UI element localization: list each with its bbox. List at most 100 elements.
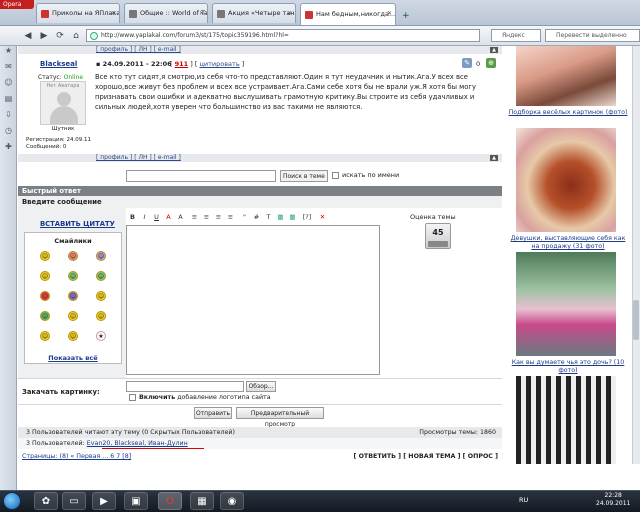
post-profile-links[interactable]: [ профиль ] [ ЛН ] [ e-mail ] xyxy=(96,154,181,162)
smiley-icon[interactable]: ☺ xyxy=(40,251,50,261)
clock[interactable]: 22:28 24.09.2011 xyxy=(596,492,630,508)
close-icon[interactable]: ✕ xyxy=(111,4,116,23)
text-button[interactable]: T xyxy=(264,213,273,222)
search-by-name-checkbox[interactable] xyxy=(332,172,339,179)
browser-tab-active[interactable]: Нам бедным,никогда... ✕ xyxy=(300,3,396,25)
quote-button[interactable]: " xyxy=(240,213,249,222)
explorer-icon[interactable]: ▭ xyxy=(62,492,86,510)
scrollbar-thumb[interactable] xyxy=(633,300,639,340)
post-profile-links[interactable]: [ профиль ] [ ЛН ] [ e-mail ] xyxy=(96,46,181,54)
quote-link[interactable]: цитировать xyxy=(199,60,239,68)
translate-input[interactable]: Перевести выделенно xyxy=(545,29,640,42)
icq-icon[interactable]: ✿ xyxy=(34,492,58,510)
close-icon[interactable]: ✕ xyxy=(387,4,392,23)
teaser-caption[interactable]: Как вы думаете чья это дочь? (10 фото) xyxy=(506,359,630,375)
smiley-icon[interactable]: ☺ xyxy=(40,311,50,321)
mail-icon[interactable]: ✉ xyxy=(4,62,13,71)
teaser-image[interactable] xyxy=(516,128,616,232)
upload-file-input[interactable] xyxy=(126,381,244,392)
teaser-caption[interactable]: Девушки, выставляющие себя как на продаж… xyxy=(506,235,630,251)
scrollbar[interactable] xyxy=(632,46,640,464)
browser-tab[interactable]: Приколы на ЯПлакалъ✕ xyxy=(36,3,120,23)
teaser-image[interactable] xyxy=(516,46,616,106)
comment-icon[interactable]: ✎ xyxy=(462,58,472,68)
rating-widget[interactable]: 45 xyxy=(425,223,451,249)
insert-quote-link[interactable]: ВСТАВИТЬ ЦИТАТУ xyxy=(40,220,115,228)
submit-button[interactable]: Отправить xyxy=(194,407,232,419)
italic-button[interactable]: I xyxy=(140,213,149,222)
close-icon[interactable]: ✕ xyxy=(287,4,292,23)
topic-actions[interactable]: [ ОТВЕТИТЬ ] [ НОВАЯ ТЕМА ] [ ОПРОС ] xyxy=(354,453,499,460)
back-icon[interactable]: ◀ xyxy=(22,30,34,42)
reload-icon[interactable]: ⟳ xyxy=(54,30,66,42)
url-input[interactable]: http://www.yaplakal.com/forum3/st/175/to… xyxy=(86,29,480,42)
teaser-image[interactable] xyxy=(516,376,616,464)
font-size-button[interactable]: A xyxy=(176,213,185,222)
close-tags-button[interactable]: ✕ xyxy=(318,213,327,222)
app-icon[interactable]: ◉ xyxy=(220,492,244,510)
preview-button[interactable]: Предварительный просмотр xyxy=(236,407,324,428)
opera-menu-button[interactable]: Opera xyxy=(0,0,34,9)
bookmarks-star-icon[interactable]: ★ xyxy=(4,46,13,55)
reputation-count[interactable]: 911 xyxy=(175,60,189,68)
font-color-button[interactable]: A xyxy=(164,213,173,222)
history-icon[interactable]: ◷ xyxy=(4,126,13,135)
browse-button[interactable]: Обзор... xyxy=(246,381,276,392)
start-button[interactable] xyxy=(3,492,21,510)
search-scope-select[interactable]: Поиск в теме » xyxy=(280,170,328,191)
video-button[interactable]: ▦ xyxy=(288,213,297,222)
smiley-icon[interactable]: ☺ xyxy=(40,271,50,281)
opera-icon[interactable]: O xyxy=(158,492,182,510)
browser-tab[interactable]: Общие :: World of Ta... ✕ xyxy=(124,3,208,23)
smiley-icon[interactable]: ☺ xyxy=(68,311,78,321)
align-right-button[interactable]: ≡ xyxy=(214,213,223,222)
rate-plus-icon[interactable]: ⊕ xyxy=(486,58,496,68)
smiley-icon[interactable]: ☺ xyxy=(96,311,106,321)
new-tab-icon[interactable]: + xyxy=(402,11,410,21)
wot-icon[interactable]: ▦ xyxy=(190,492,214,510)
smiley-icon[interactable]: ☺ xyxy=(96,251,106,261)
bold-button[interactable]: B xyxy=(128,213,137,222)
post-author[interactable]: Blackseal xyxy=(40,60,77,68)
notes-icon[interactable]: ▤ xyxy=(4,94,13,103)
underline-button[interactable]: U xyxy=(152,213,161,222)
add-panel-icon[interactable]: ✚ xyxy=(4,142,13,151)
contacts-icon[interactable]: ☺ xyxy=(4,78,13,87)
rating-arrows-icon[interactable] xyxy=(428,241,448,247)
scroll-up-icon[interactable]: ▲ xyxy=(490,47,498,53)
show-all-smilies-link[interactable]: Показать всё xyxy=(24,354,122,362)
media-player-icon[interactable]: ▶ xyxy=(92,492,116,510)
close-icon[interactable]: ✕ xyxy=(199,4,204,23)
image-button[interactable]: ▦ xyxy=(276,213,285,222)
smiley-icon[interactable]: ★ xyxy=(96,331,106,341)
language-indicator[interactable]: RU xyxy=(519,496,528,504)
help-button[interactable]: [?] xyxy=(300,213,314,222)
pagination-text[interactable]: Страницы: (8) « Первая ... 6 7 [8] xyxy=(22,453,131,460)
smiley-icon[interactable]: ☺ xyxy=(40,331,50,341)
topic-search-input[interactable] xyxy=(126,170,276,182)
list-button[interactable]: ≡ xyxy=(226,213,235,222)
logo-checkbox[interactable] xyxy=(129,394,136,401)
smiley-icon[interactable]: ☺ xyxy=(40,291,50,301)
smiley-icon[interactable]: ☺ xyxy=(68,291,78,301)
teaser-caption[interactable]: Подборка весёлых картинок (фото) xyxy=(506,109,630,117)
code-button[interactable]: # xyxy=(252,213,261,222)
home-icon[interactable]: ⌂ xyxy=(70,30,82,42)
smiley-icon[interactable]: ☺ xyxy=(68,271,78,281)
smiley-icon[interactable]: ☺ xyxy=(68,331,78,341)
align-center-button[interactable]: ≡ xyxy=(202,213,211,222)
message-textarea[interactable] xyxy=(126,225,380,375)
search-engine-input[interactable]: Яндекс xyxy=(491,29,541,42)
align-left-button[interactable]: ≡ xyxy=(190,213,199,222)
scroll-up-icon[interactable]: ▲ xyxy=(490,155,498,161)
users-list[interactable]: Evan20, Blackseal, Иван-Дулин xyxy=(87,440,188,447)
browser-tab[interactable]: Акция «Четыре танки...✕ xyxy=(212,3,296,23)
smiley-icon[interactable]: ☺ xyxy=(68,251,78,261)
floppy-icon[interactable]: ▣ xyxy=(124,492,148,510)
smiley-icon[interactable]: ☺ xyxy=(96,271,106,281)
teaser-image[interactable] xyxy=(516,252,616,356)
transfers-icon[interactable]: ⇩ xyxy=(4,110,13,119)
forward-icon[interactable]: ▶ xyxy=(38,30,50,42)
users-prefix: 3 Пользователей: xyxy=(26,440,85,447)
smiley-icon[interactable]: ☺ xyxy=(96,291,106,301)
